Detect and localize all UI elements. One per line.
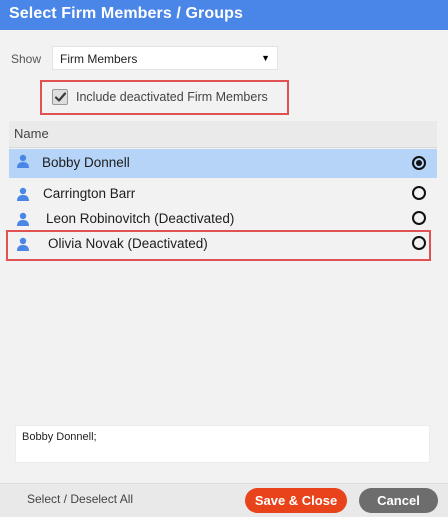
selection-radio[interactable] <box>412 186 426 200</box>
member-list: Name Bobby Donnell Carrington Barr Leon … <box>9 121 437 411</box>
radio-selected-dot <box>416 160 422 166</box>
checkmark-icon <box>54 92 67 102</box>
select-firm-members-dialog: Select Firm Members / Groups Show Firm M… <box>0 0 448 517</box>
include-deactivated-highlight: Include deactivated Firm Members <box>40 80 289 115</box>
show-dropdown[interactable]: Firm Members ▼ <box>52 46 278 70</box>
name-column-header: Name <box>14 126 49 141</box>
list-item-name: Bobby Donnell <box>42 155 130 170</box>
list-item-name: Carrington Barr <box>43 186 136 201</box>
person-icon <box>17 187 29 201</box>
person-icon <box>17 154 29 168</box>
dropdown-arrow-icon: ▼ <box>261 53 270 63</box>
cancel-button[interactable]: Cancel <box>359 488 438 513</box>
include-deactivated-checkbox[interactable] <box>52 89 68 105</box>
list-item[interactable]: Leon Robinovitch (Deactivated) <box>9 207 437 232</box>
dialog-footer: Select / Deselect All Save & Close Cance… <box>0 483 448 517</box>
include-deactivated-label: Include deactivated Firm Members <box>76 90 268 104</box>
selection-radio[interactable] <box>412 156 426 170</box>
list-item[interactable]: Bobby Donnell <box>9 149 437 178</box>
selected-summary-text: Bobby Donnell; <box>22 431 97 443</box>
olivia-row-highlight <box>6 230 431 261</box>
dialog-title: Select Firm Members / Groups <box>9 5 243 22</box>
list-item-name: Leon Robinovitch (Deactivated) <box>46 211 235 226</box>
show-dropdown-value: Firm Members <box>60 52 138 66</box>
list-item[interactable]: Carrington Barr <box>9 182 437 207</box>
show-label: Show <box>11 52 42 66</box>
selection-radio[interactable] <box>412 211 426 225</box>
selected-summary: Bobby Donnell; <box>15 425 430 463</box>
select-deselect-all-link[interactable]: Select / Deselect All <box>27 492 133 506</box>
save-close-button[interactable]: Save & Close <box>245 488 347 513</box>
dialog-title-bar: Select Firm Members / Groups <box>0 0 448 30</box>
person-icon <box>17 212 29 226</box>
list-header: Name <box>9 121 437 148</box>
